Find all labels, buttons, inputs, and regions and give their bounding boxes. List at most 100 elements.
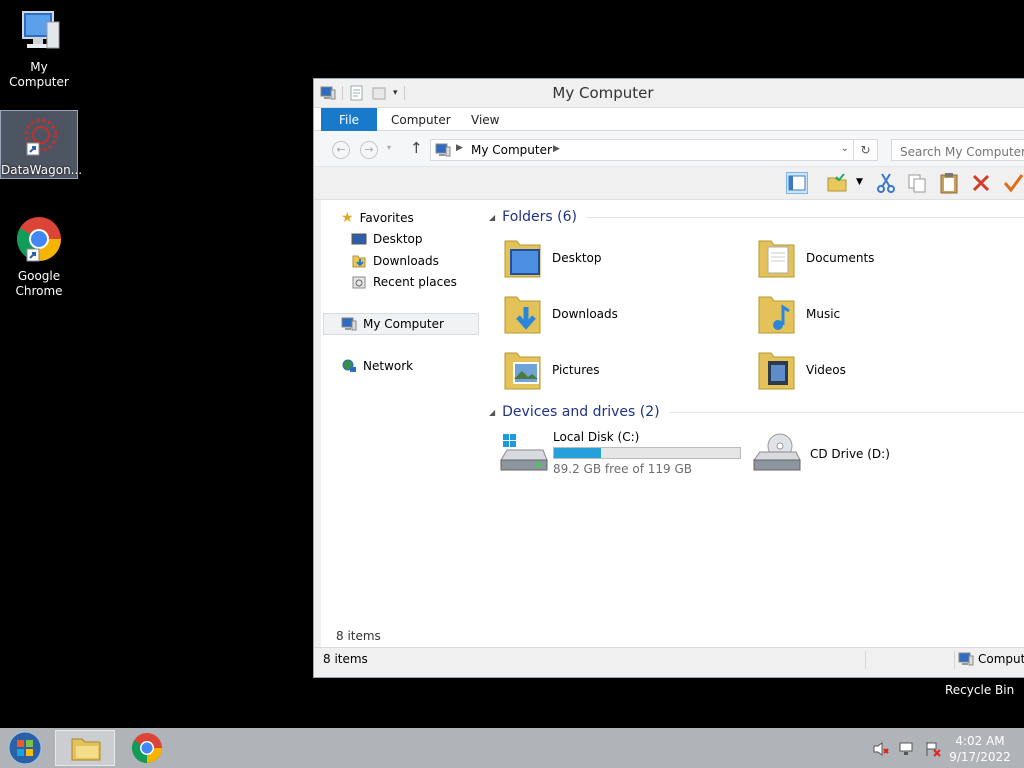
folder-name: Documents	[806, 251, 875, 265]
navigation-pane: ★ Favorites Desktop Downloads Recent pla…	[321, 200, 483, 647]
nav-recent-places[interactable]: Recent places	[351, 274, 457, 290]
navigation-bar: ← → ▾ ↑ ▶ My Computer ▶ ⌄ ↻	[314, 131, 1024, 167]
network-icon	[342, 359, 356, 372]
drive-usage-fill	[554, 448, 601, 458]
nav-desktop[interactable]: Desktop	[351, 232, 423, 246]
title-bar[interactable]: ▾ My Computer	[314, 79, 1024, 107]
tab-file[interactable]: File	[321, 108, 377, 132]
system-tray	[872, 741, 942, 757]
desktop-icon-label: DataWagon...	[1, 163, 83, 177]
clock-date: 9/17/2022	[949, 750, 1011, 764]
clock[interactable]: 4:02 AM 9/17/2022	[945, 733, 1015, 765]
drive-name: CD Drive (D:)	[810, 447, 890, 461]
devices-group-label: Devices and drives (2)	[502, 404, 660, 420]
nav-network-label: Network	[363, 359, 414, 373]
folder-tile-documents[interactable]: Documents	[756, 235, 874, 281]
desktop-icon-chrome[interactable]: Google Chrome	[0, 215, 78, 299]
downloads-folder-icon	[504, 296, 541, 334]
preview-pane-icon	[788, 175, 806, 191]
nav-my-computer-label: My Computer	[363, 317, 444, 331]
nav-downloads[interactable]: Downloads	[351, 253, 439, 269]
folder-tile-pictures[interactable]: Pictures	[502, 347, 600, 393]
nav-favorites[interactable]: ★ Favorites	[341, 210, 414, 226]
computer-icon	[435, 143, 451, 157]
desktop-icon-recycle-bin[interactable]: Recycle Bin	[945, 683, 1014, 697]
inner-items-count: 8 items	[336, 629, 381, 643]
dropdown-icon[interactable]: ▼	[856, 177, 863, 187]
drive-free-space: 89.2 GB free of 119 GB	[553, 462, 692, 476]
folder-name: Desktop	[552, 251, 602, 265]
status-location-label: Computer	[978, 652, 1024, 666]
music-folder-icon	[758, 296, 795, 334]
address-bar[interactable]: ▶ My Computer ▶ ⌄	[430, 139, 854, 161]
search-input[interactable]	[891, 139, 1024, 161]
nav-my-computer[interactable]: My Computer	[323, 313, 479, 335]
preview-pane-button[interactable]	[786, 172, 808, 194]
file-explorer-icon	[71, 738, 101, 761]
tab-view[interactable]: View	[459, 108, 511, 132]
network-status-icon[interactable]	[898, 741, 916, 757]
copy-icon[interactable]	[906, 172, 928, 194]
address-dropdown-icon[interactable]: ⌄	[841, 143, 849, 154]
folder-tile-music[interactable]: Music	[756, 291, 840, 337]
taskbar-chrome-button[interactable]	[117, 730, 177, 766]
up-button[interactable]: ↑	[410, 139, 423, 157]
content-area: ★ Favorites Desktop Downloads Recent pla…	[321, 200, 1024, 647]
pictures-folder-icon	[504, 352, 541, 390]
cut-icon[interactable]	[875, 172, 897, 194]
status-item-count: 8 items	[323, 652, 368, 666]
drive-usage-bar	[553, 447, 741, 459]
windows-start-icon	[8, 731, 42, 765]
explorer-window: ▾ My Computer File Computer View ← → ▾ ↑…	[313, 78, 1024, 678]
datawagon-shortcut-icon	[24, 118, 58, 156]
desktop-icon-datawagon[interactable]: DataWagon...	[0, 110, 83, 179]
desktop-folder-icon	[504, 240, 541, 278]
breadcrumb-chevron-icon[interactable]: ▶	[456, 143, 463, 153]
paste-icon[interactable]	[938, 172, 960, 194]
recent-locations-icon[interactable]: ▾	[387, 143, 391, 152]
documents-folder-icon	[758, 240, 795, 278]
computer-icon	[958, 652, 974, 666]
chrome-icon	[17, 217, 61, 262]
nav-recent-places-label: Recent places	[373, 275, 457, 289]
drive-name: Local Disk (C:)	[553, 430, 640, 444]
downloads-icon	[352, 255, 366, 268]
select-folder-icon[interactable]	[826, 172, 848, 194]
start-button[interactable]	[6, 730, 44, 766]
window-title: My Computer	[552, 84, 654, 102]
computer-icon	[22, 11, 60, 49]
folder-tile-downloads[interactable]: Downloads	[502, 291, 618, 337]
checkmark-icon[interactable]	[1002, 172, 1024, 194]
desktop-icon-label: Google Chrome	[15, 269, 63, 298]
clock-time: 4:02 AM	[955, 734, 1005, 748]
desktop-icon-label: My Computer	[9, 60, 69, 89]
recent-places-icon	[352, 276, 366, 289]
forward-button[interactable]: →	[360, 141, 378, 159]
folders-group-header[interactable]: ◢ Folders (6)	[489, 209, 1024, 225]
videos-folder-icon	[758, 352, 795, 390]
delete-icon[interactable]	[970, 172, 992, 194]
back-button[interactable]: ←	[332, 141, 350, 159]
breadcrumb-chevron-icon[interactable]: ▶	[553, 144, 560, 154]
nav-network[interactable]: Network	[341, 358, 413, 374]
chrome-icon	[131, 733, 162, 764]
folder-tile-videos[interactable]: Videos	[756, 347, 846, 393]
refresh-button[interactable]: ↻	[854, 139, 878, 161]
folder-tile-desktop[interactable]: Desktop	[502, 235, 602, 281]
volume-muted-icon[interactable]	[872, 741, 890, 757]
desktop-icon-my-computer[interactable]: My Computer	[0, 8, 78, 90]
cd-drive-icon	[753, 433, 801, 471]
drive-tile-cd-drive[interactable]: CD Drive (D:)	[752, 432, 890, 476]
action-center-icon[interactable]	[924, 741, 942, 757]
devices-group-header[interactable]: ◢ Devices and drives (2)	[489, 404, 1024, 420]
main-pane: ◢ Folders (6) Desktop Documents Download…	[489, 200, 1024, 647]
taskbar-explorer-button[interactable]	[55, 730, 115, 766]
desktop-icon	[351, 233, 367, 245]
status-bar: 8 items Computer	[314, 647, 1024, 671]
folders-group-label: Folders (6)	[502, 209, 577, 225]
tab-computer[interactable]: Computer	[379, 108, 463, 132]
breadcrumb[interactable]: My Computer	[471, 143, 552, 157]
collapse-icon: ◢	[489, 407, 496, 417]
drive-tile-local-disk[interactable]: Local Disk (C:) 89.2 GB free of 119 GB	[499, 430, 741, 476]
collapse-icon: ◢	[489, 212, 496, 222]
